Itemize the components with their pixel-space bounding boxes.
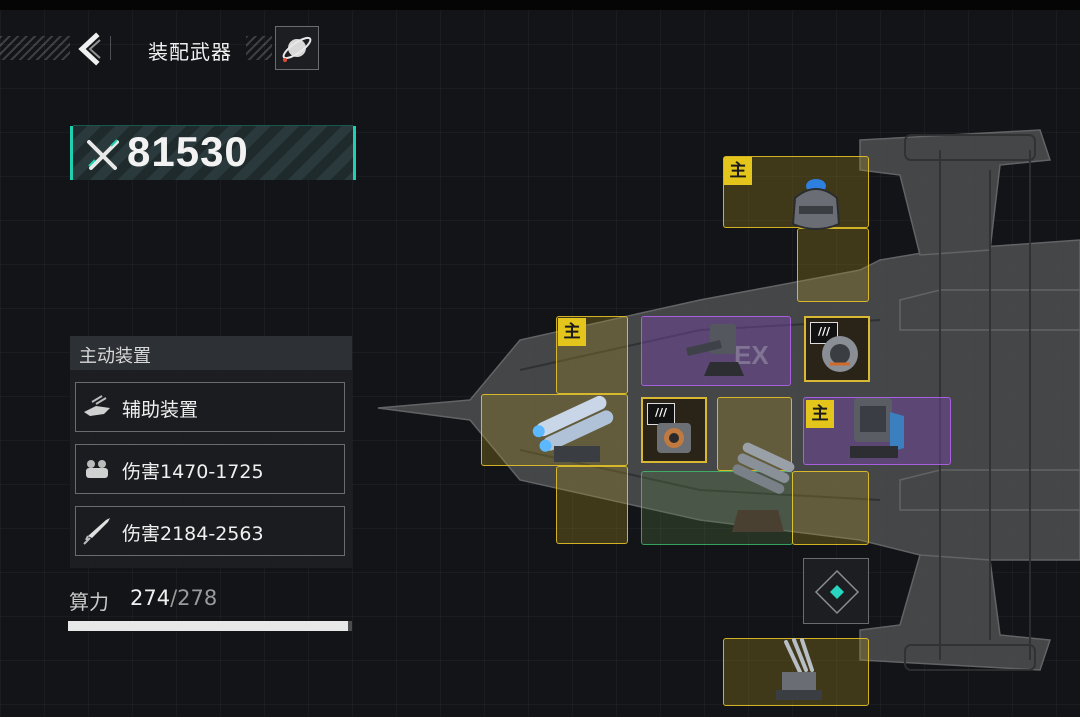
main-slot-tag: 主 — [806, 400, 834, 428]
compute-label: 算力 — [69, 590, 109, 614]
header-decoration-right — [246, 36, 272, 60]
help-button[interactable] — [275, 26, 319, 70]
device-label-missile: 伤害2184-2563 — [122, 523, 264, 545]
active-device-header: 主动装置 — [70, 336, 352, 370]
target-toggle-button[interactable] — [803, 558, 869, 624]
combat-power-value: 81530 — [127, 128, 249, 175]
device-item-turret[interactable]: 伤害1470-1725 — [75, 444, 345, 494]
compute-current: 274 — [130, 586, 171, 610]
combat-power-panel: 81530 — [70, 125, 356, 180]
plasma-turret-icon[interactable] — [785, 172, 847, 238]
slot-top-extension[interactable] — [797, 228, 869, 302]
active-device-title: 主动装置 — [79, 346, 151, 367]
main-slot-tag: 主 — [558, 318, 586, 346]
slot-bottom-right[interactable] — [792, 471, 869, 545]
ion-core-icon — [822, 336, 858, 372]
compute-bar-fill — [68, 621, 348, 631]
page-title: 装配武器 — [148, 40, 232, 64]
turret-icon — [86, 460, 108, 478]
chevron-left-icon — [78, 32, 101, 66]
aa-gun-icon[interactable] — [766, 636, 830, 706]
planet-icon — [282, 36, 312, 62]
main-slot-tag: 主 — [724, 157, 752, 185]
module-chip-ion[interactable]: /// — [804, 316, 870, 382]
support-drone-icon — [84, 395, 110, 416]
header-separator — [110, 36, 111, 60]
reactor-icon — [657, 423, 691, 453]
missile-icon — [83, 518, 110, 545]
slot-left-bottom[interactable] — [556, 466, 628, 544]
module-chip-reactor[interactable]: /// — [641, 397, 707, 463]
compute-value: 274/278 — [130, 586, 217, 610]
compute-max: /278 — [170, 586, 218, 610]
back-button[interactable] — [70, 30, 110, 68]
gatling-turret-icon[interactable] — [680, 318, 760, 384]
missile-pod-icon[interactable] — [524, 386, 628, 472]
target-diamond-icon — [814, 569, 860, 615]
device-item-support[interactable]: 辅助装置 — [75, 382, 345, 432]
device-item-missile[interactable]: 伤害2184-2563 — [75, 506, 345, 556]
rocket-launcher-icon[interactable] — [714, 440, 802, 540]
shield-generator-icon[interactable] — [840, 392, 910, 466]
device-label-turret: 伤害1470-1725 — [122, 461, 264, 483]
crossed-swords-icon — [87, 139, 119, 170]
active-device-panel: 主动装置 辅助装置 伤害1470-1725 伤害2184-2563 — [70, 336, 352, 568]
compute-bar — [68, 621, 352, 631]
header-decoration — [0, 36, 70, 60]
device-label-support: 辅助装置 — [122, 399, 199, 421]
